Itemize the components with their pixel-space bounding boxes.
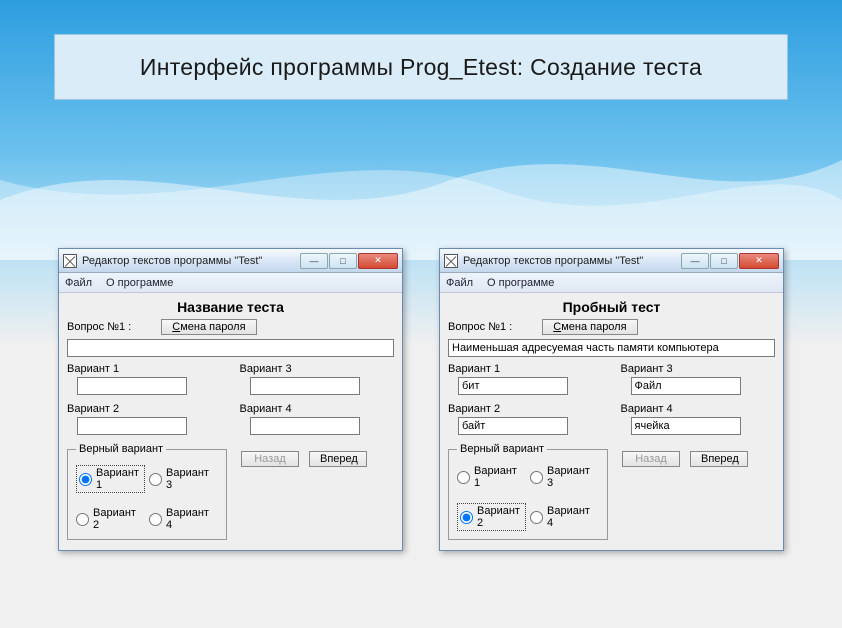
slide-title: Интерфейс программы Prog_Etest: Создание… [54, 34, 788, 100]
change-password-button[interactable]: Смена пароля [542, 319, 637, 335]
variant1-input[interactable] [77, 377, 187, 395]
radio-variant4[interactable]: Вариант 4 [530, 503, 599, 531]
forward-button[interactable]: Вперед [309, 451, 367, 467]
variant1-input[interactable] [458, 377, 568, 395]
question-input[interactable] [67, 339, 394, 357]
variant3-input[interactable] [631, 377, 741, 395]
menu-about[interactable]: О программе [106, 277, 173, 289]
titlebar-text: Редактор текстов программы "Test" [463, 255, 680, 267]
change-password-button[interactable]: Смена пароля [161, 319, 256, 335]
variant2-input[interactable] [77, 417, 187, 435]
variant2-input[interactable] [458, 417, 568, 435]
close-button[interactable]: ✕ [739, 253, 779, 269]
editor-window-left: Редактор текстов программы "Test" — □ ✕ … [58, 248, 403, 551]
slide-title-text: Интерфейс программы Prog_Etest: Создание… [140, 54, 702, 81]
titlebar[interactable]: Редактор текстов программы "Test" — □ ✕ [59, 249, 402, 273]
variant4-label: Вариант 4 [240, 403, 395, 415]
correct-legend: Верный вариант [457, 443, 547, 455]
editor-window-right: Редактор текстов программы "Test" — □ ✕ … [439, 248, 784, 551]
correct-variant-group: Верный вариант Вариант 1 Вариант 3 Вариа… [67, 443, 227, 540]
correct-legend: Верный вариант [76, 443, 166, 455]
variant1-label: Вариант 1 [448, 363, 603, 375]
radio-variant3[interactable]: Вариант 3 [530, 465, 599, 489]
variant3-label: Вариант 3 [240, 363, 395, 375]
radio-variant2[interactable]: Вариант 2 [76, 507, 145, 531]
back-button[interactable]: Назад [241, 451, 299, 467]
radio-variant3[interactable]: Вариант 3 [149, 465, 218, 493]
test-title: Пробный тест [448, 299, 775, 315]
minimize-button[interactable]: — [300, 253, 328, 269]
minimize-button[interactable]: — [681, 253, 709, 269]
test-title: Название теста [67, 299, 394, 315]
titlebar[interactable]: Редактор текстов программы "Test" — □ ✕ [440, 249, 783, 273]
maximize-button[interactable]: □ [710, 253, 738, 269]
back-button[interactable]: Назад [622, 451, 680, 467]
app-icon [63, 254, 77, 268]
radio-variant1[interactable]: Вариант 1 [457, 465, 526, 489]
menu-about[interactable]: О программе [487, 277, 554, 289]
question-label: Вопрос №1 : [448, 321, 512, 333]
correct-variant-group: Верный вариант Вариант 1 Вариант 3 Вариа… [448, 443, 608, 540]
variant3-input[interactable] [250, 377, 360, 395]
question-input[interactable] [448, 339, 775, 357]
titlebar-text: Редактор текстов программы "Test" [82, 255, 299, 267]
variant2-label: Вариант 2 [448, 403, 603, 415]
menubar: Файл О программе [440, 273, 783, 293]
maximize-button[interactable]: □ [329, 253, 357, 269]
close-button[interactable]: ✕ [358, 253, 398, 269]
menu-file[interactable]: Файл [65, 277, 92, 289]
radio-variant2[interactable]: Вариант 2 [457, 503, 526, 531]
radio-variant4[interactable]: Вариант 4 [149, 507, 218, 531]
variant4-input[interactable] [631, 417, 741, 435]
variant3-label: Вариант 3 [621, 363, 776, 375]
question-label: Вопрос №1 : [67, 321, 131, 333]
variant4-input[interactable] [250, 417, 360, 435]
radio-variant1[interactable]: Вариант 1 [76, 465, 145, 493]
variant4-label: Вариант 4 [621, 403, 776, 415]
variant1-label: Вариант 1 [67, 363, 222, 375]
forward-button[interactable]: Вперед [690, 451, 748, 467]
menubar: Файл О программе [59, 273, 402, 293]
menu-file[interactable]: Файл [446, 277, 473, 289]
app-icon [444, 254, 458, 268]
variant2-label: Вариант 2 [67, 403, 222, 415]
